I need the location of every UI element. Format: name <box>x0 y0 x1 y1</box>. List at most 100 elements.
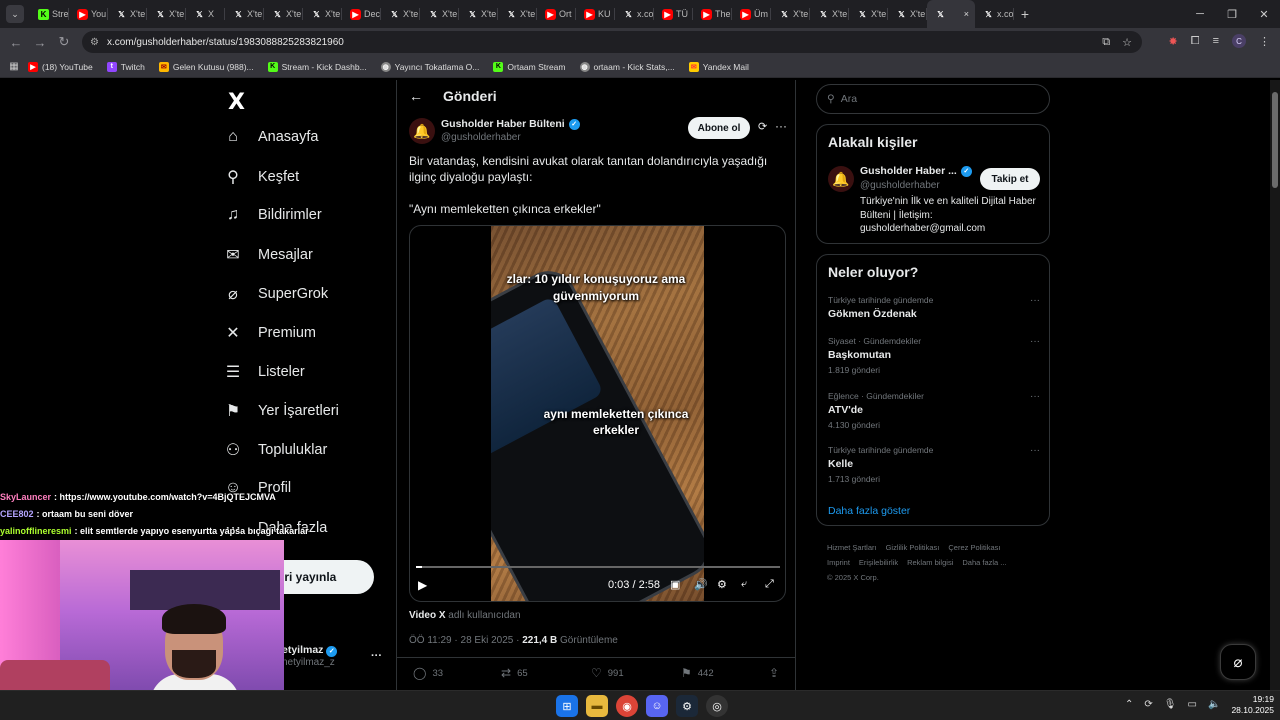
tab-12[interactable]: 𝕏 X'te <box>498 0 537 28</box>
tab-20[interactable]: 𝕏 X'te <box>810 0 849 28</box>
volume-icon[interactable]: 🔊 <box>694 578 708 591</box>
tab-7[interactable]: 𝕏 X'te <box>303 0 342 28</box>
tab-11[interactable]: 𝕏 X'te <box>459 0 498 28</box>
settings-icon[interactable]: ⚙ <box>717 578 727 591</box>
install-icon[interactable]: ⧉ <box>1102 36 1110 49</box>
windows-start-icon[interactable]: ⊞ <box>556 695 578 717</box>
obs-icon[interactable]: ◎ <box>706 695 728 717</box>
footer-link[interactable]: Hizmet Şartları <box>827 543 877 552</box>
scrollbar-thumb[interactable] <box>1272 92 1278 188</box>
media-icon[interactable]: ≡ <box>1213 35 1219 47</box>
close-icon[interactable]: × <box>964 9 969 19</box>
tab-8[interactable]: ▶ Dec <box>342 0 381 28</box>
repost-button[interactable]: ⇄ 65 <box>501 666 528 680</box>
tab-last[interactable]: 𝕏 x.co <box>975 0 1014 28</box>
tab-16[interactable]: ▶ TÜ <box>654 0 693 28</box>
mic-icon[interactable]: 🎙 <box>1164 699 1177 710</box>
tab-15[interactable]: 𝕏x.co <box>615 0 654 28</box>
apps-icon[interactable]: ▦ <box>0 61 28 72</box>
nav-item-5[interactable]: ✕ Premium <box>222 323 316 343</box>
tab-1[interactable]: ▶ You <box>69 0 108 28</box>
search-input[interactable]: ⚲ Ara <box>816 84 1050 114</box>
tab-21[interactable]: 𝕏 X'te <box>849 0 888 28</box>
related-handle[interactable]: @gusholderhaber <box>860 180 940 191</box>
trend-item[interactable]: Türkiye tarihinde gündemde Gökmen Özdenak… <box>828 295 1040 320</box>
site-info-icon[interactable]: ⚙ <box>90 37 99 48</box>
tab-18[interactable]: ▶ Üm <box>732 0 771 28</box>
bookmark-0[interactable]: ▶ (18) YouTube <box>28 61 93 72</box>
chrome-icon[interactable]: ◉ <box>616 695 638 717</box>
account-more-icon[interactable]: ··· <box>371 650 382 662</box>
author-handle[interactable]: @gusholderhaber <box>441 132 521 143</box>
bookmark-4[interactable]: ◍ Yayıncı Tokatlama O... <box>380 61 479 72</box>
profile-avatar[interactable]: C <box>1232 34 1246 48</box>
related-avatar[interactable]: 🔔 <box>828 166 854 192</box>
grok-icon[interactable]: ⟳ <box>758 120 767 133</box>
footer-link[interactable]: Reklam bilgisi <box>907 558 953 567</box>
tab-9[interactable]: 𝕏 X'te <box>381 0 420 28</box>
tab-3[interactable]: 𝕏 X'te <box>147 0 186 28</box>
tab-0[interactable]: K Stre <box>30 0 69 28</box>
video-player[interactable]: zlar: 10 yıldır konuşuyoruz ama güvenmiy… <box>409 225 786 602</box>
bookmark-7[interactable]: ✉ Yandex Mail <box>688 61 749 72</box>
tab-13[interactable]: ▶ Ort <box>537 0 576 28</box>
footer-link[interactable]: Imprint <box>827 558 850 567</box>
reply-button[interactable]: ◯ 33 <box>413 666 443 680</box>
nav-item-3[interactable]: ✉ Mesajlar <box>222 245 313 265</box>
trend-more-icon[interactable]: ··· <box>1030 336 1040 347</box>
account-switcher[interactable]: etyilmaz ✓ netyilmaz_z <box>282 644 338 668</box>
nav-item-7[interactable]: ⚑ Yer İşaretleri <box>222 401 339 421</box>
tray-chevron-icon[interactable]: ⌃ <box>1125 699 1133 710</box>
trend-more-icon[interactable]: ··· <box>1030 391 1040 402</box>
taskbar-clock[interactable]: 19:19 28.10.2025 <box>1222 694 1274 716</box>
new-tab-button[interactable]: + <box>1014 6 1036 22</box>
tab-2[interactable]: 𝕏 X'te <box>108 0 147 28</box>
footer-link[interactable]: Gizlilik Politikası <box>886 543 940 552</box>
timestamp-text[interactable]: ÖÖ 11:29 · 28 Eki 2025 · <box>409 635 519 646</box>
file-explorer-icon[interactable]: ▬ <box>586 695 608 717</box>
x-logo[interactable]: X <box>228 90 245 115</box>
footer-link[interactable]: Daha fazla ... <box>962 558 1006 567</box>
tab-19[interactable]: 𝕏 X'te <box>771 0 810 28</box>
trend-more-icon[interactable]: ··· <box>1030 295 1040 306</box>
tab-10[interactable]: 𝕏 X'te <box>420 0 459 28</box>
bookmark-3[interactable]: K Stream - Kick Dashb... <box>267 61 367 72</box>
nav-item-0[interactable]: ⌂ Anasayfa <box>222 128 318 146</box>
reload-icon[interactable]: ↻ <box>52 34 76 50</box>
footer-link[interactable]: Çerez Politikası <box>948 543 1000 552</box>
sync-icon[interactable]: ⟳ <box>1144 699 1152 710</box>
nav-item-1[interactable]: ⚲ Keşfet <box>222 167 299 187</box>
nav-item-2[interactable]: ♫ Bildirimler <box>222 206 322 224</box>
puzzle-icon[interactable]: ⧠ <box>1191 35 1200 48</box>
speaker-icon[interactable]: 🔈 <box>1208 699 1220 710</box>
extension-icon[interactable]: ✸ <box>1169 35 1178 48</box>
fullscreen-icon[interactable]: ⤢ <box>765 578 774 591</box>
star-icon[interactable]: ☆ <box>1122 36 1132 49</box>
video-source-user[interactable]: Video X <box>409 610 446 621</box>
display-icon[interactable]: ▭ <box>1187 699 1196 710</box>
play-icon[interactable]: ▶ <box>418 578 427 592</box>
trend-item[interactable]: Siyaset · Gündemdekiler Başkomutan 1.819 g… <box>828 336 1040 375</box>
more-icon[interactable]: ··· <box>775 119 787 133</box>
back-icon[interactable]: ← <box>4 35 28 50</box>
trend-more-icon[interactable]: ··· <box>1030 445 1040 456</box>
grok-floating-button[interactable]: ⌀ <box>1220 644 1256 680</box>
trend-item[interactable]: Türkiye tarihinde gündemde Kelle 1.713 gön… <box>828 445 1040 484</box>
follow-button[interactable]: Takip et <box>980 168 1040 190</box>
tab-22[interactable]: 𝕏 X'te <box>888 0 927 28</box>
like-button[interactable]: ♡ 991 <box>591 666 624 680</box>
maximize-button[interactable]: ❐ <box>1216 8 1248 21</box>
tab-14[interactable]: ▶ KU <box>576 0 615 28</box>
back-arrow-icon[interactable]: ← <box>409 88 423 104</box>
nav-item-4[interactable]: ⌀ SuperGrok <box>222 284 328 304</box>
nav-item-6[interactable]: ☰ Listeler <box>222 362 305 382</box>
share-button[interactable]: ⇪ <box>769 666 779 680</box>
tab-search-icon[interactable]: ⌄ <box>6 5 24 23</box>
close-window-button[interactable]: ✕ <box>1248 8 1280 21</box>
discord-icon[interactable]: ☺ <box>646 695 668 717</box>
minimize-button[interactable]: ─ <box>1184 8 1216 21</box>
tab-4[interactable]: 𝕏X <box>186 0 225 28</box>
bookmark-button[interactable]: ⚑ 442 <box>681 666 714 680</box>
bookmark-2[interactable]: ✉ Gelen Kutusu (988)... <box>158 61 254 72</box>
menu-icon[interactable]: ⋮ <box>1259 35 1270 48</box>
